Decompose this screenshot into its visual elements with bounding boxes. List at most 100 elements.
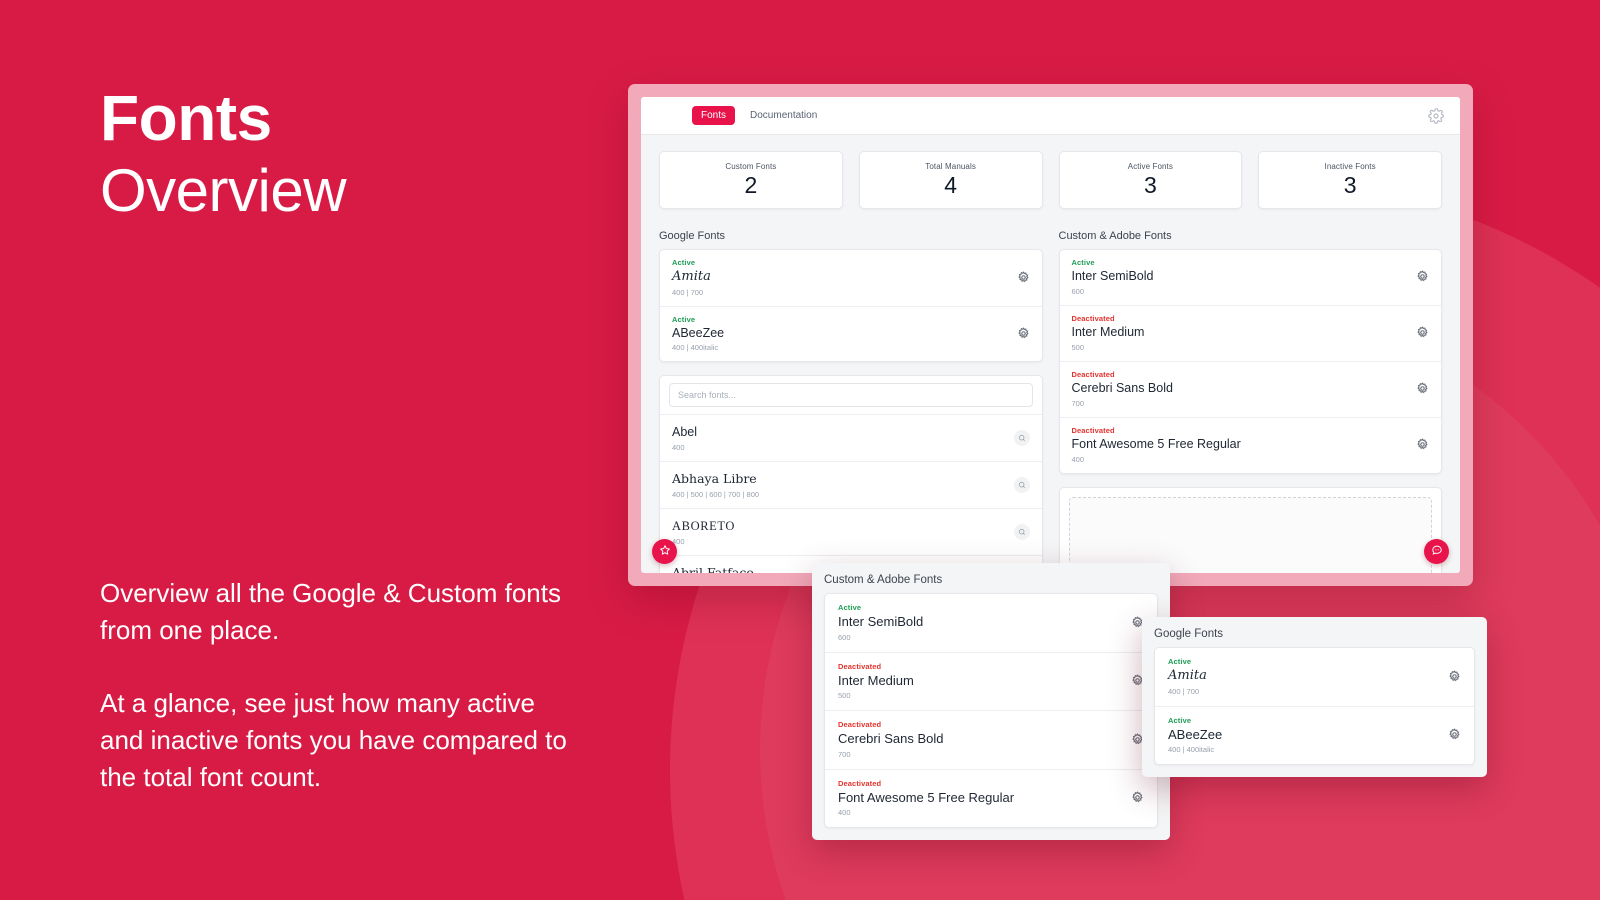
stat-label: Custom Fonts: [725, 162, 777, 171]
stat-value: 3: [1343, 172, 1357, 198]
font-weights: 400 | 700: [1168, 686, 1200, 696]
popup-custom-adobe-fonts: Custom & Adobe Fonts Active Inter SemiBo…: [812, 563, 1170, 841]
font-row-main: Active ABeeZee 400 | 400italic: [672, 315, 1017, 353]
upload-dropzone[interactable]: Drag and drop to upload TTF, WOFF, WOFF2…: [1068, 496, 1432, 573]
popup-custom-title: Custom & Adobe Fonts: [824, 574, 943, 586]
list-item[interactable]: Deactivated Cerebri Sans Bold 700: [825, 711, 1157, 770]
font-name: Cerebri Sans Bold: [838, 731, 944, 747]
hero-body-block: Overview all the Google & Custom fonts f…: [100, 575, 580, 796]
gear-icon[interactable]: [1416, 382, 1429, 395]
font-name: Abel: [672, 425, 698, 440]
list-item[interactable]: Active Inter SemiBold 600: [1059, 250, 1441, 306]
font-row-main: Active Amita 400 | 700: [672, 258, 1017, 297]
gear-icon[interactable]: [1448, 728, 1461, 741]
list-item[interactable]: Active Inter SemiBold 600: [825, 594, 1157, 653]
stat-card-custom-fonts: Custom Fonts 2: [659, 151, 843, 209]
google-available-list: Abel 400 Abhaya Libre 400 | 500 | 600 | …: [659, 375, 1043, 573]
tab-documentation[interactable]: Documentation: [741, 106, 826, 125]
list-item[interactable]: Deactivated Font Awesome 5 Free Regular …: [1060, 418, 1442, 473]
stat-value: 3: [1143, 172, 1157, 198]
list-item[interactable]: Deactivated Font Awesome 5 Free Regular …: [825, 770, 1157, 828]
status-badge: Deactivated: [838, 778, 882, 788]
font-weights: 700: [1071, 398, 1085, 408]
status-badge: Deactivated: [838, 720, 882, 730]
status-badge: Active: [1168, 715, 1192, 725]
gear-icon[interactable]: [1131, 791, 1144, 804]
custom-fonts-panel: Custom & Adobe Fonts Active Inter SemiBo…: [1058, 230, 1442, 573]
search-row: [660, 376, 1042, 416]
font-row-main: Deactivated Font Awesome 5 Free Regular …: [838, 779, 1131, 818]
favorites-fab-button[interactable]: [652, 539, 677, 564]
status-badge: Active: [672, 258, 696, 267]
font-row-main: Active Amita 400 | 700: [1168, 657, 1448, 696]
list-item[interactable]: Deactivated Inter Medium 500: [1059, 306, 1441, 362]
popup-google-list: Active Amita 400 | 700 Active ABeeZee 40…: [1154, 647, 1475, 766]
page-subtitle: Overview: [100, 157, 347, 225]
search-input[interactable]: [669, 383, 1033, 408]
stat-label: Inactive Fonts: [1324, 162, 1376, 171]
status-badge: Active: [1071, 258, 1095, 267]
font-row-main: Abhaya Libre 400 | 500 | 600 | 700 | 800: [672, 470, 1014, 499]
page-title: Fonts: [100, 82, 272, 154]
panel-gap: [659, 362, 1043, 375]
gear-icon[interactable]: [1448, 670, 1461, 683]
font-name: ABeeZee: [1168, 726, 1223, 742]
app-body: Custom Fonts 2 Total Manuals 4 Active Fo…: [641, 135, 1460, 573]
list-item[interactable]: Deactivated Cerebri Sans Bold 700: [1059, 362, 1441, 418]
font-weights: 400: [672, 537, 685, 547]
list-item[interactable]: Deactivated Inter Medium 500: [825, 653, 1157, 712]
list-item[interactable]: Active Amita 400 | 700: [1155, 648, 1474, 707]
google-fonts-panel-title: Google Fonts: [659, 230, 726, 242]
search-icon[interactable]: [1013, 476, 1030, 493]
gear-icon[interactable]: [1416, 326, 1429, 339]
list-item[interactable]: Abhaya Libre 400 | 500 | 600 | 700 | 800: [660, 462, 1042, 510]
stat-value: 4: [944, 172, 958, 198]
stat-label: Total Manuals: [925, 162, 976, 171]
popup-custom-list: Active Inter SemiBold 600 Deactivated In…: [824, 593, 1158, 829]
stat-label: Active Fonts: [1127, 162, 1173, 171]
status-badge: Deactivated: [1071, 425, 1115, 435]
font-row-main: Active Inter SemiBold 600: [1072, 258, 1417, 296]
font-weights: 600: [838, 632, 851, 642]
font-name: Font Awesome 5 Free Regular: [838, 789, 1015, 805]
list-item[interactable]: Active ABeeZee 400 | 400italic: [660, 307, 1042, 362]
font-name: Inter Medium: [1071, 324, 1145, 339]
font-row-main: Deactivated Cerebri Sans Bold 700: [838, 720, 1131, 759]
status-badge: Active: [838, 603, 862, 612]
font-row-main: Abel 400: [672, 423, 1014, 452]
tab-fonts[interactable]: Fonts: [692, 106, 736, 125]
custom-fonts-list: Active Inter SemiBold 600 Deactivated In…: [1058, 249, 1442, 474]
font-name: ABeeZee: [672, 325, 725, 340]
font-weights: 400: [838, 808, 851, 818]
chat-bubble-icon: [1431, 543, 1443, 561]
search-icon[interactable]: [1013, 523, 1030, 540]
gear-icon[interactable]: [1017, 327, 1030, 340]
list-item[interactable]: ABORETO 400: [660, 509, 1042, 557]
font-name: Inter SemiBold: [838, 614, 924, 629]
gear-icon[interactable]: [1017, 271, 1030, 284]
panels-row: Google Fonts Active Amita 400 | 700 Acti…: [659, 230, 1442, 573]
list-item[interactable]: Active ABeeZee 400 | 400italic: [1155, 707, 1474, 765]
hero-paragraph-2: At a glance, see just how many active an…: [100, 687, 567, 792]
star-icon: [659, 543, 671, 561]
font-weights: 400 | 500 | 600 | 700 | 800: [672, 490, 760, 500]
gear-icon[interactable]: [1428, 107, 1444, 124]
font-row-main: ABORETO 400: [672, 517, 1014, 546]
custom-fonts-panel-title: Custom & Adobe Fonts: [1058, 230, 1172, 242]
font-name: ABORETO: [672, 519, 736, 534]
font-name: Cerebri Sans Bold: [1071, 380, 1173, 395]
font-row-main: Deactivated Cerebri Sans Bold 700: [1072, 370, 1417, 408]
app-window-inner: Fonts Documentation Custom Fonts 2 Total…: [641, 97, 1460, 573]
list-item[interactable]: Active Amita 400 | 700: [660, 250, 1042, 307]
search-icon[interactable]: [1013, 429, 1030, 446]
popup-google-fonts: Google Fonts Active Amita 400 | 700 Acti…: [1142, 617, 1487, 778]
support-chat-fab-button[interactable]: [1424, 539, 1449, 564]
gear-icon[interactable]: [1416, 270, 1429, 283]
font-row-main: Deactivated Font Awesome 5 Free Regular …: [1072, 426, 1417, 464]
font-weights: 400 | 700: [672, 287, 704, 297]
list-item[interactable]: Abel 400: [660, 415, 1042, 463]
font-name: Amita: [1168, 668, 1207, 683]
font-row-main: Deactivated Inter Medium 500: [838, 662, 1131, 701]
status-badge: Active: [672, 314, 696, 324]
gear-icon[interactable]: [1416, 438, 1429, 451]
